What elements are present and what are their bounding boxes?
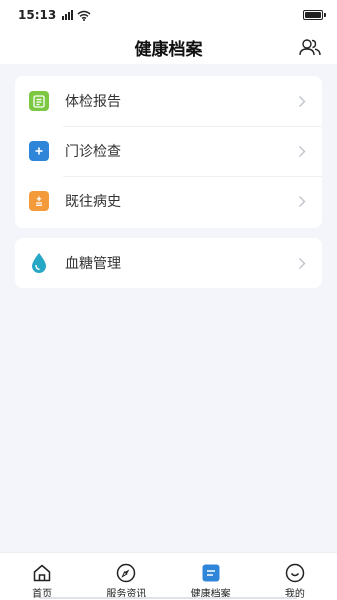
- users-button[interactable]: [297, 34, 323, 60]
- chevron-right-icon: [298, 94, 308, 108]
- tab-health-records[interactable]: 健康档案: [169, 553, 253, 600]
- tab-mine[interactable]: 我的: [253, 553, 337, 600]
- chevron-right-icon: [298, 194, 308, 208]
- medical-kit-icon: [29, 141, 49, 161]
- battery-icon: [303, 10, 326, 20]
- menu-card-records: 体检报告 门诊检查 既往病史: [15, 76, 322, 228]
- smile-icon: [284, 562, 306, 583]
- menu-item-label: 血糖管理: [65, 256, 121, 272]
- menu-item-blood-glucose[interactable]: 血糖管理: [15, 238, 322, 288]
- menu-card-glucose: 血糖管理: [15, 238, 322, 288]
- record-icon: [200, 562, 222, 583]
- chevron-right-icon: [298, 144, 308, 158]
- wifi-icon: [77, 10, 91, 21]
- chevron-right-icon: [298, 256, 308, 270]
- tab-services[interactable]: 服务资讯: [84, 553, 168, 600]
- bottom-tab-bar: 首页 服务资讯 健康档案 我的: [0, 552, 337, 600]
- menu-item-outpatient-check[interactable]: 门诊检查: [15, 126, 322, 176]
- menu-item-exam-report[interactable]: 体检报告: [15, 76, 322, 126]
- tab-home[interactable]: 首页: [0, 553, 84, 600]
- status-bar: 15:13: [0, 0, 337, 30]
- menu-item-label: 门诊检查: [65, 144, 121, 160]
- page-header: 健康档案: [0, 30, 337, 64]
- drop-icon: [29, 253, 49, 273]
- compass-icon: [115, 562, 137, 583]
- menu-item-label: 体检报告: [65, 94, 121, 110]
- menu-item-medical-history[interactable]: 既往病史: [15, 176, 322, 226]
- home-indicator: [40, 597, 297, 599]
- page-title: 健康档案: [134, 39, 203, 60]
- history-icon: [29, 191, 49, 211]
- users-icon: [299, 39, 321, 56]
- status-icons: [62, 10, 91, 21]
- home-icon: [31, 562, 53, 583]
- report-icon: [29, 91, 49, 111]
- signal-icon: [62, 10, 74, 20]
- status-time: 15:13: [18, 8, 57, 22]
- menu-item-label: 既往病史: [65, 194, 121, 210]
